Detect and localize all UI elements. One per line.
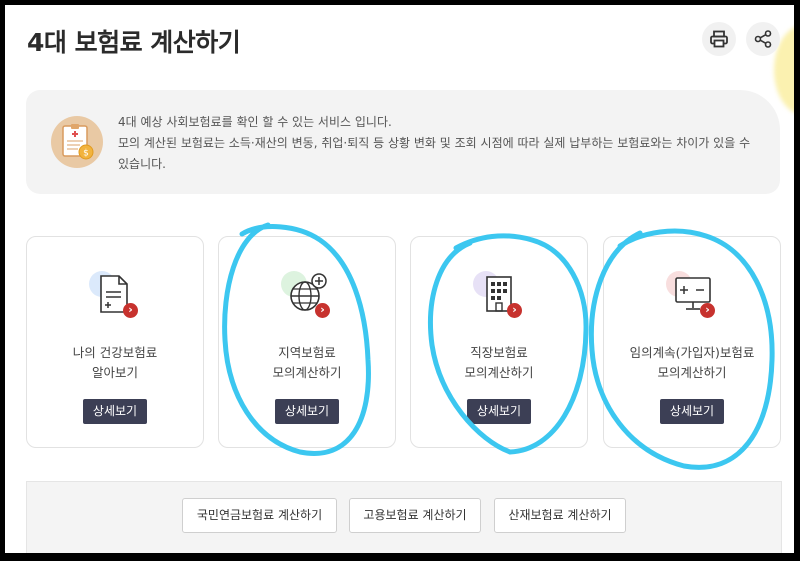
card-label: 지역보험료 모의계산하기 xyxy=(219,343,395,383)
card-label-line1: 지역보험료 xyxy=(278,345,336,360)
national-pension-calc-button[interactable]: 국민연금보험료 계산하기 xyxy=(182,498,337,533)
card-voluntary-premium[interactable]: › 임의계속(가입자)보험료 모의계산하기 상세보기 xyxy=(603,236,781,448)
employment-insurance-calc-button[interactable]: 고용보험료 계산하기 xyxy=(349,498,481,533)
arrow-badge-icon: › xyxy=(507,303,522,318)
card-label-line1: 나의 건강보험료 xyxy=(72,345,158,360)
print-icon xyxy=(710,30,728,48)
info-box: $ 4대 예상 사회보험료를 확인 할 수 있는 서비스 입니다. 모의 계산된… xyxy=(26,90,780,194)
card-my-health-premium[interactable]: › 나의 건강보험료 알아보기 상세보기 xyxy=(26,236,204,448)
info-line-1: 4대 예상 사회보험료를 확인 할 수 있는 서비스 입니다. xyxy=(118,115,392,129)
card-label: 나의 건강보험료 알아보기 xyxy=(27,343,203,383)
svg-text:$: $ xyxy=(83,149,89,159)
globe-plus-icon: › xyxy=(277,267,337,327)
building-icon: › xyxy=(469,267,529,327)
bottom-bar: 국민연금보험료 계산하기 고용보험료 계산하기 산재보험료 계산하기 xyxy=(26,481,782,553)
monitor-calc-icon: › xyxy=(662,267,722,327)
info-line-3: 있습니다. xyxy=(118,157,166,171)
document-plus-icon: › xyxy=(85,267,145,327)
print-button[interactable] xyxy=(702,22,736,56)
page-frame: 4대 보험료 계산하기 $ 4대 예상 사회보험료를 확인 할 수 있는 서비스… xyxy=(5,5,794,553)
card-label-line2: 모의계산하기 xyxy=(464,365,534,380)
card-workplace-premium[interactable]: › 직장보험료 모의계산하기 상세보기 xyxy=(410,236,588,448)
industrial-accident-calc-button[interactable]: 산재보험료 계산하기 xyxy=(494,498,626,533)
share-icon xyxy=(754,30,772,48)
card-label-line2: 모의계산하기 xyxy=(272,365,342,380)
info-text: 4대 예상 사회보험료를 확인 할 수 있는 서비스 입니다. 모의 계산된 보… xyxy=(118,112,758,175)
card-label-line1: 임의계속(가입자)보험료 xyxy=(629,345,755,360)
detail-button[interactable]: 상세보기 xyxy=(83,399,147,424)
arrow-badge-icon: › xyxy=(700,303,715,318)
detail-button[interactable]: 상세보기 xyxy=(660,399,724,424)
card-label-line2: 알아보기 xyxy=(91,365,138,380)
document-coin-icon: $ xyxy=(51,116,103,168)
arrow-badge-icon: › xyxy=(315,303,330,318)
info-line-2: 모의 계산된 보험료는 소득·재산의 변동, 취업·퇴직 등 상황 변화 및 조… xyxy=(118,136,751,150)
page-title: 4대 보험료 계산하기 xyxy=(27,28,241,57)
card-label-line2: 모의계산하기 xyxy=(657,365,727,380)
detail-button[interactable]: 상세보기 xyxy=(275,399,339,424)
detail-button[interactable]: 상세보기 xyxy=(467,399,531,424)
card-label: 직장보험료 모의계산하기 xyxy=(411,343,587,383)
share-button[interactable] xyxy=(746,22,780,56)
card-regional-premium[interactable]: › 지역보험료 모의계산하기 상세보기 xyxy=(218,236,396,448)
card-label-line1: 직장보험료 xyxy=(470,345,528,360)
arrow-badge-icon: › xyxy=(123,303,138,318)
card-label: 임의계속(가입자)보험료 모의계산하기 xyxy=(604,343,780,383)
